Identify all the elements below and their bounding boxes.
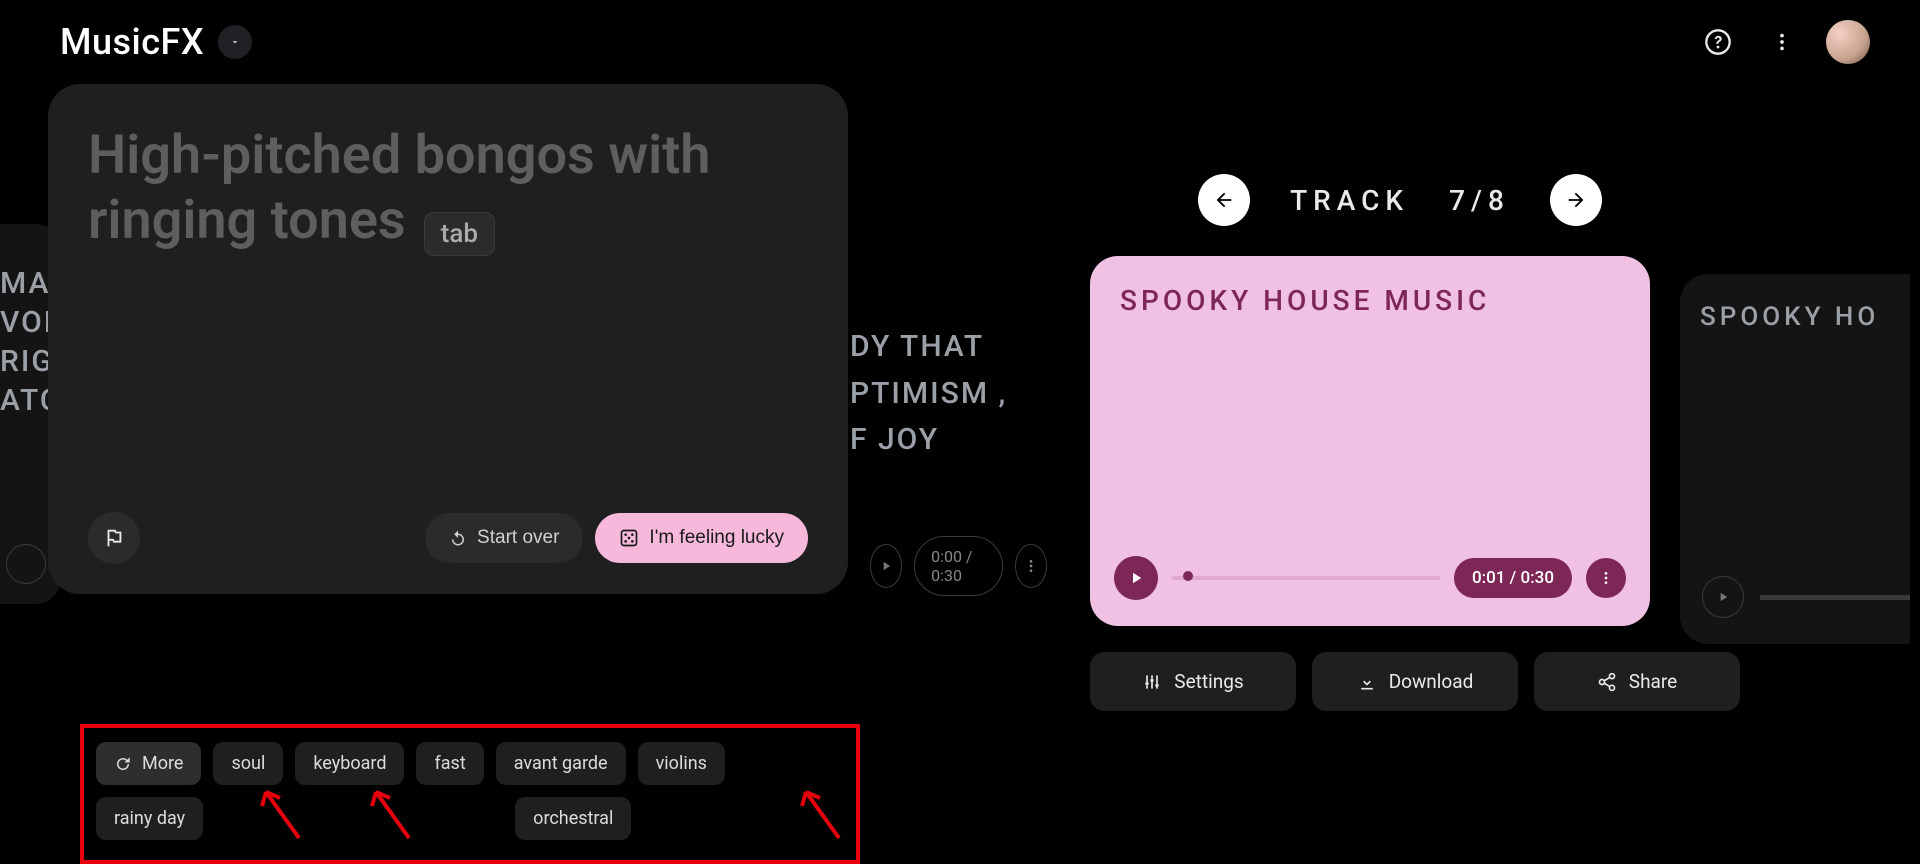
- track-more-button[interactable]: [1586, 558, 1626, 598]
- track-nav: TRACK 7/8: [1130, 174, 1670, 226]
- track-title: SPOOKY HOUSE MUSIC: [1120, 284, 1620, 317]
- more-vert-icon: [1598, 570, 1614, 586]
- feeling-lucky-button[interactable]: I'm feeling lucky: [595, 513, 808, 563]
- next-track-peek: SPOOKY HO: [1680, 274, 1910, 644]
- arrow-left-icon: [1213, 189, 1235, 211]
- chip-fast[interactable]: fast: [416, 742, 483, 785]
- download-label: Download: [1389, 670, 1474, 693]
- chip-orchestral[interactable]: orchestral: [515, 797, 631, 840]
- tab-hint: tab: [424, 212, 495, 256]
- next-track-bar: [1760, 595, 1910, 600]
- arrow-right-icon: [1565, 189, 1587, 211]
- chip-soul[interactable]: soul: [213, 742, 283, 785]
- feeling-lucky-label: I'm feeling lucky: [649, 527, 784, 549]
- next-prompt-controls: 0:00 / 0:30: [870, 536, 1047, 596]
- help-icon: [1704, 28, 1732, 56]
- flag-icon: [103, 527, 125, 549]
- restart-icon: [449, 529, 467, 547]
- dice-icon: [619, 528, 639, 548]
- sliders-icon: [1142, 672, 1162, 692]
- chip-more[interactable]: More: [96, 742, 201, 785]
- prev-play-outline: [6, 544, 46, 584]
- next-track-title: SPOOKY HO: [1700, 302, 1890, 332]
- share-label: Share: [1629, 670, 1677, 693]
- flag-button[interactable]: [88, 512, 140, 564]
- track-index: 7/8: [1449, 184, 1510, 217]
- play-icon: [1127, 569, 1145, 587]
- share-button[interactable]: Share: [1534, 652, 1740, 711]
- help-button[interactable]: [1698, 22, 1738, 62]
- chip-violins[interactable]: violins: [638, 742, 725, 785]
- track-card: SPOOKY HOUSE MUSIC 0:01 / 0:30: [1090, 256, 1650, 626]
- avatar[interactable]: [1826, 20, 1870, 64]
- time-display: 0:01 / 0:30: [1454, 558, 1572, 598]
- start-over-button[interactable]: Start over: [425, 513, 583, 563]
- peek-time: 0:00 / 0:30: [914, 536, 1003, 596]
- chip-avant-garde[interactable]: avant garde: [496, 742, 626, 785]
- play-icon: [1716, 590, 1730, 604]
- chips-annotation-box: More soul keyboard fast avant garde viol…: [80, 724, 860, 864]
- brand-title: MusicFX: [60, 21, 204, 63]
- peek-play-button[interactable]: [870, 544, 902, 588]
- track-label: TRACK: [1290, 184, 1409, 217]
- chip-rainy-day[interactable]: rainy day: [96, 797, 203, 840]
- prompt-placeholder[interactable]: High-pitched bongos with ringing tones: [88, 124, 710, 252]
- chevron-down-icon: [229, 36, 241, 48]
- start-over-label: Start over: [477, 527, 559, 549]
- chip-more-label: More: [142, 753, 183, 774]
- next-track-button[interactable]: [1550, 174, 1602, 226]
- chip-keyboard[interactable]: keyboard: [295, 742, 404, 785]
- brand-dropdown[interactable]: [218, 25, 252, 59]
- settings-label: Settings: [1174, 670, 1243, 693]
- seek-bar[interactable]: [1172, 573, 1440, 583]
- next-track-play[interactable]: [1702, 576, 1744, 618]
- play-icon: [879, 559, 893, 573]
- prompt-card: High-pitched bongos with ringing tones t…: [48, 84, 848, 594]
- annotation-arrow: [364, 780, 414, 840]
- peek-more-button[interactable]: [1015, 544, 1047, 588]
- download-icon: [1357, 672, 1377, 692]
- annotation-arrow: [254, 780, 304, 840]
- play-button[interactable]: [1114, 556, 1158, 600]
- overflow-menu-button[interactable]: [1762, 22, 1802, 62]
- more-vert-icon: [1771, 31, 1793, 53]
- annotation-arrow: [794, 780, 844, 840]
- settings-button[interactable]: Settings: [1090, 652, 1296, 711]
- refresh-icon: [114, 755, 132, 773]
- prev-track-button[interactable]: [1198, 174, 1250, 226]
- share-icon: [1597, 672, 1617, 692]
- more-vert-icon: [1023, 558, 1039, 574]
- download-button[interactable]: Download: [1312, 652, 1518, 711]
